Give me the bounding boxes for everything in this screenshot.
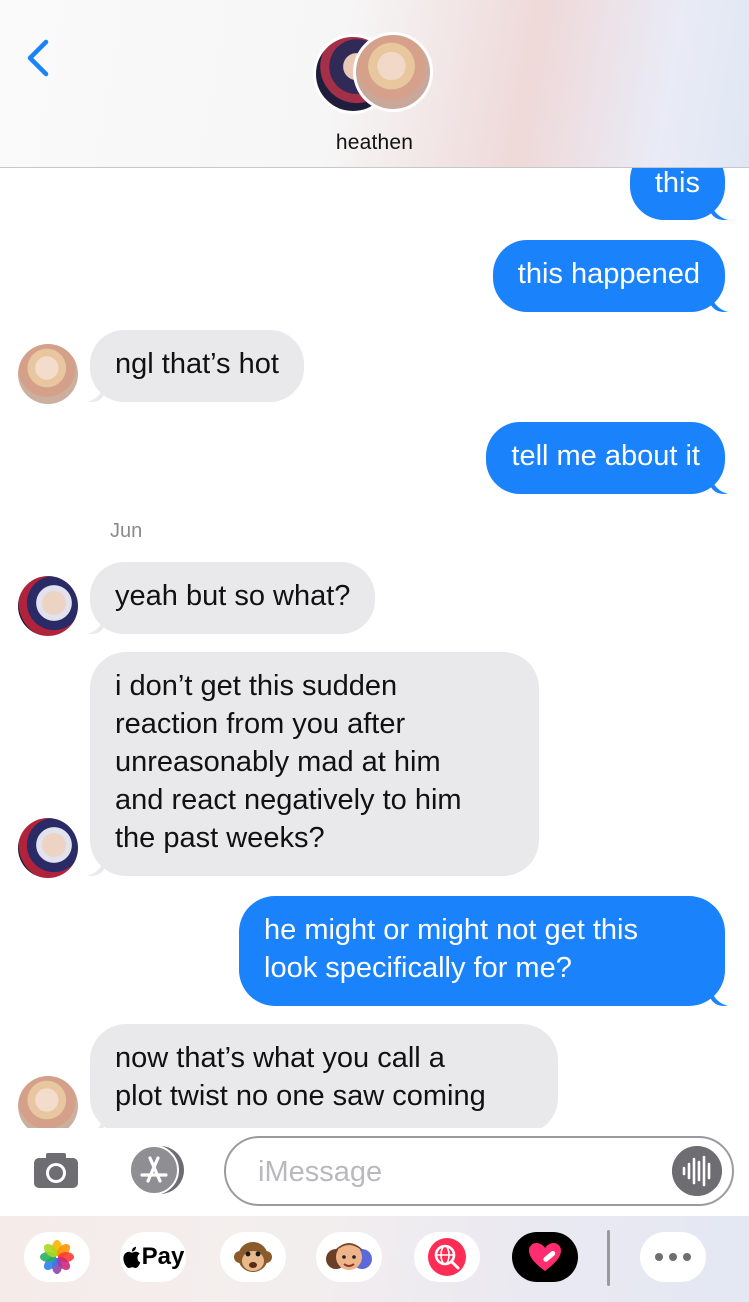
sender-avatar: [18, 1076, 78, 1128]
sent-message[interactable]: he might or might not get this look spec…: [239, 896, 733, 1006]
contact-name[interactable]: heathen: [0, 131, 749, 155]
photos-icon[interactable]: [24, 1232, 90, 1282]
audio-message-icon[interactable]: [672, 1146, 722, 1196]
message-thread[interactable]: this this happened ngl that’s hot tell m…: [0, 168, 749, 1128]
heart-touch-icon: [529, 1243, 561, 1271]
apple-pay-icon[interactable]: Pay: [120, 1232, 186, 1282]
sender-avatar: [18, 576, 78, 636]
received-message[interactable]: ngl that’s hot: [82, 330, 304, 402]
received-message[interactable]: i don’t get this sudden reaction from yo…: [82, 652, 539, 876]
received-message[interactable]: now that’s what you call a plot twist no…: [82, 1024, 558, 1128]
message-field[interactable]: [224, 1136, 734, 1206]
received-message[interactable]: yeah but so what?: [81, 562, 376, 634]
sender-avatar: [18, 344, 78, 404]
group-avatar[interactable]: [313, 32, 437, 116]
sent-message[interactable]: this happened: [492, 240, 734, 312]
sent-message[interactable]: this: [629, 168, 734, 220]
app-drawer-divider: [607, 1230, 610, 1286]
memoji-faces-icon: [326, 1243, 372, 1270]
ellipsis-icon: [655, 1253, 691, 1261]
photos-flower-icon: [40, 1240, 74, 1274]
camera-icon[interactable]: [32, 1150, 80, 1190]
monkey-face-icon: [234, 1242, 272, 1272]
more-apps-icon[interactable]: [640, 1232, 706, 1282]
message-input-bar: [0, 1128, 749, 1216]
imessage-input[interactable]: [256, 1150, 660, 1194]
app-drawer: Pay: [0, 1216, 749, 1302]
conversation-header: heathen: [0, 0, 749, 168]
member-avatar: [353, 32, 433, 112]
memoji-icon[interactable]: [316, 1232, 382, 1282]
sender-avatar: [18, 818, 78, 878]
sender-name-label: Jun: [110, 520, 143, 542]
apple-pay-label: Pay: [141, 1243, 185, 1270]
globe-search-icon: [428, 1238, 466, 1276]
sent-message[interactable]: tell me about it: [486, 422, 733, 494]
apple-logo-icon: [123, 1246, 140, 1269]
animoji-icon[interactable]: [220, 1232, 286, 1282]
gif-search-icon[interactable]: [414, 1232, 480, 1282]
app-store-icon[interactable]: [126, 1144, 190, 1196]
back-chevron-icon[interactable]: [22, 38, 58, 78]
digital-touch-icon[interactable]: [512, 1232, 578, 1282]
